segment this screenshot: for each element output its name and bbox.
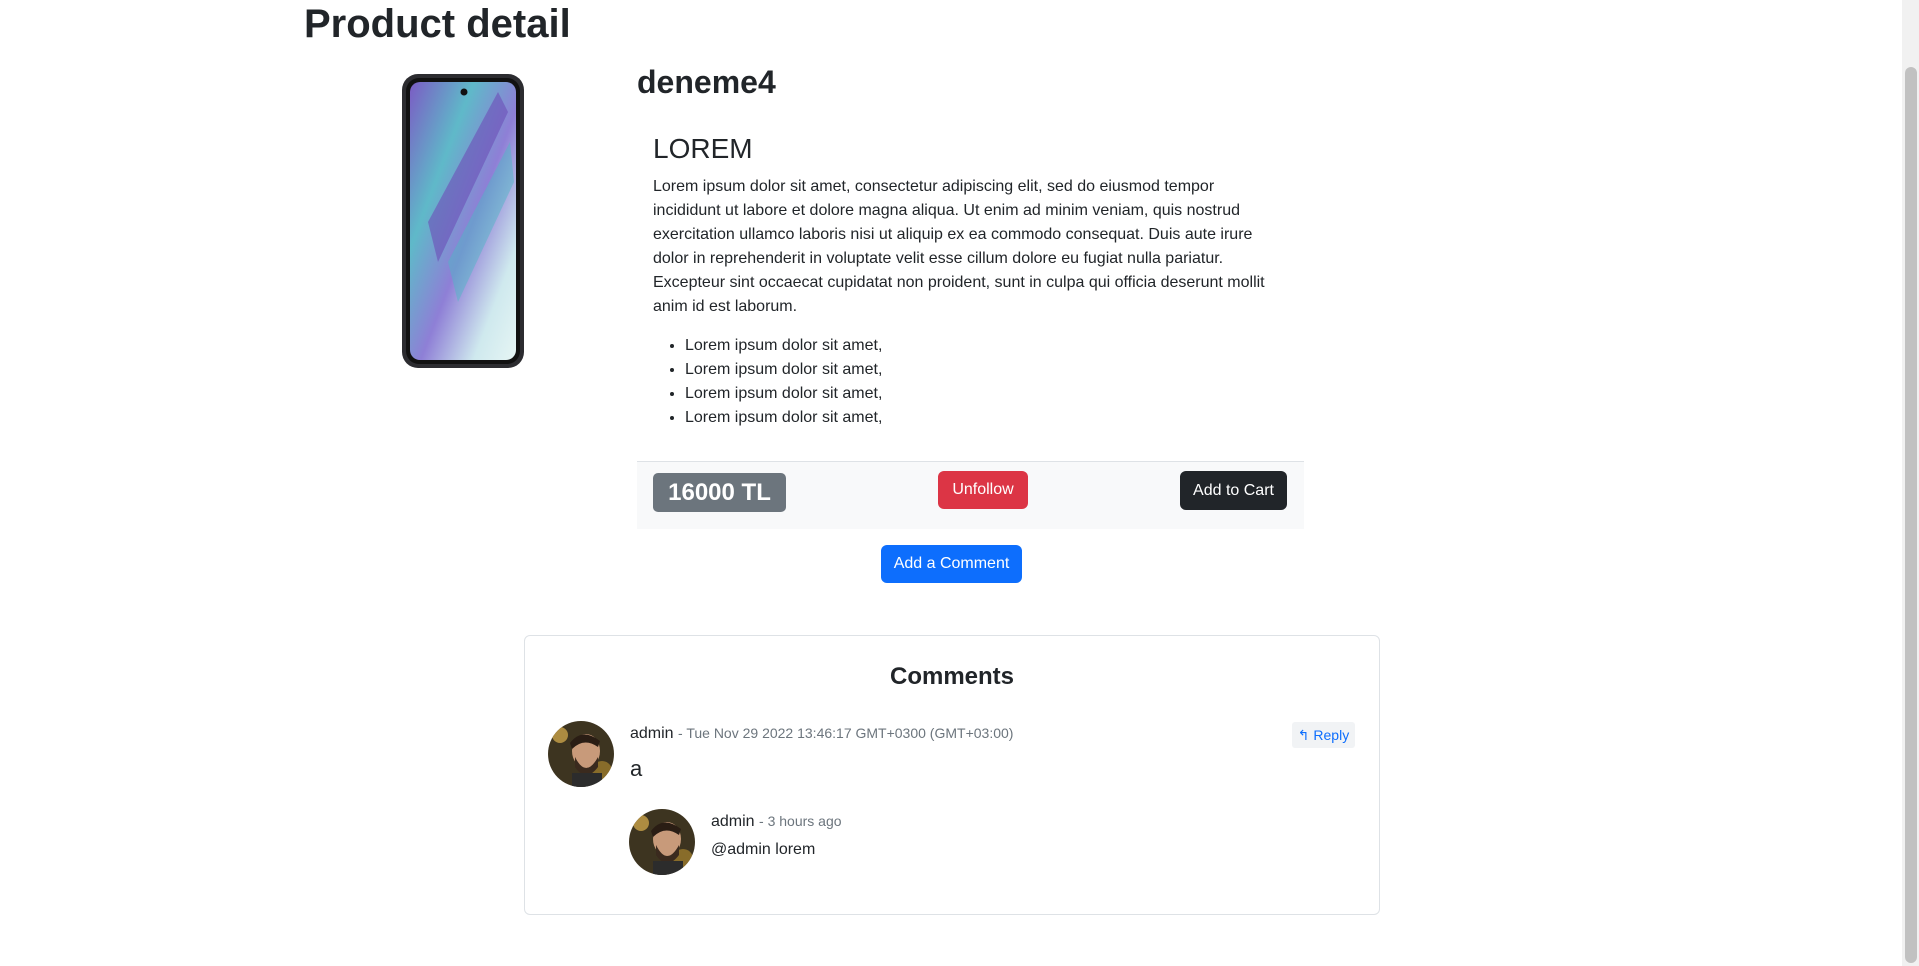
comment-date: - Tue Nov 29 2022 13:46:17 GMT+0300 (GMT… (678, 725, 1014, 741)
list-item: Lorem ipsum dolor sit amet, (685, 382, 882, 406)
product-name: deneme4 (637, 64, 776, 100)
product-image (398, 72, 528, 370)
reply-label: Reply (1313, 727, 1350, 743)
scrollbar[interactable] (1902, 0, 1919, 966)
scrollbar-thumb[interactable] (1905, 67, 1917, 963)
reply-button[interactable]: ↰ Reply (1292, 722, 1355, 748)
page-title: Product detail (304, 2, 571, 46)
product-action-bar: 16000 TL Unfollow Add to Cart (637, 461, 1304, 529)
price-badge: 16000 TL (653, 473, 786, 512)
reply-date: - 3 hours ago (759, 813, 842, 829)
add-comment-button[interactable]: Add a Comment (881, 545, 1022, 583)
list-item: Lorem ipsum dolor sit amet, (685, 358, 882, 382)
avatar (548, 721, 614, 787)
comment-author: admin (630, 725, 674, 742)
reply-arrow-icon: ↰ (1297, 727, 1310, 743)
avatar (629, 809, 695, 875)
phone-image (402, 74, 524, 368)
reply-author: admin (711, 813, 755, 830)
unfollow-button[interactable]: Unfollow (938, 471, 1028, 509)
list-item: Lorem ipsum dolor sit amet, (685, 334, 882, 358)
comment-meta: admin - Tue Nov 29 2022 13:46:17 GMT+030… (630, 725, 1013, 743)
comments-title: Comments (889, 663, 1015, 690)
add-to-cart-button[interactable]: Add to Cart (1180, 471, 1287, 510)
reply-meta: admin - 3 hours ago (711, 813, 842, 831)
description-paragraph: Lorem ipsum dolor sit amet, consectetur … (653, 178, 1265, 315)
comments-card: Comments admin - Tue Nov 29 2022 13:46:1… (524, 635, 1380, 915)
list-item: Lorem ipsum dolor sit amet, (685, 406, 882, 430)
description-list: Lorem ipsum dolor sit amet, Lorem ipsum … (653, 334, 882, 430)
description-heading: LOREM (653, 133, 753, 164)
comment-text: a (630, 756, 643, 781)
reply-text: @admin lorem (711, 841, 816, 858)
